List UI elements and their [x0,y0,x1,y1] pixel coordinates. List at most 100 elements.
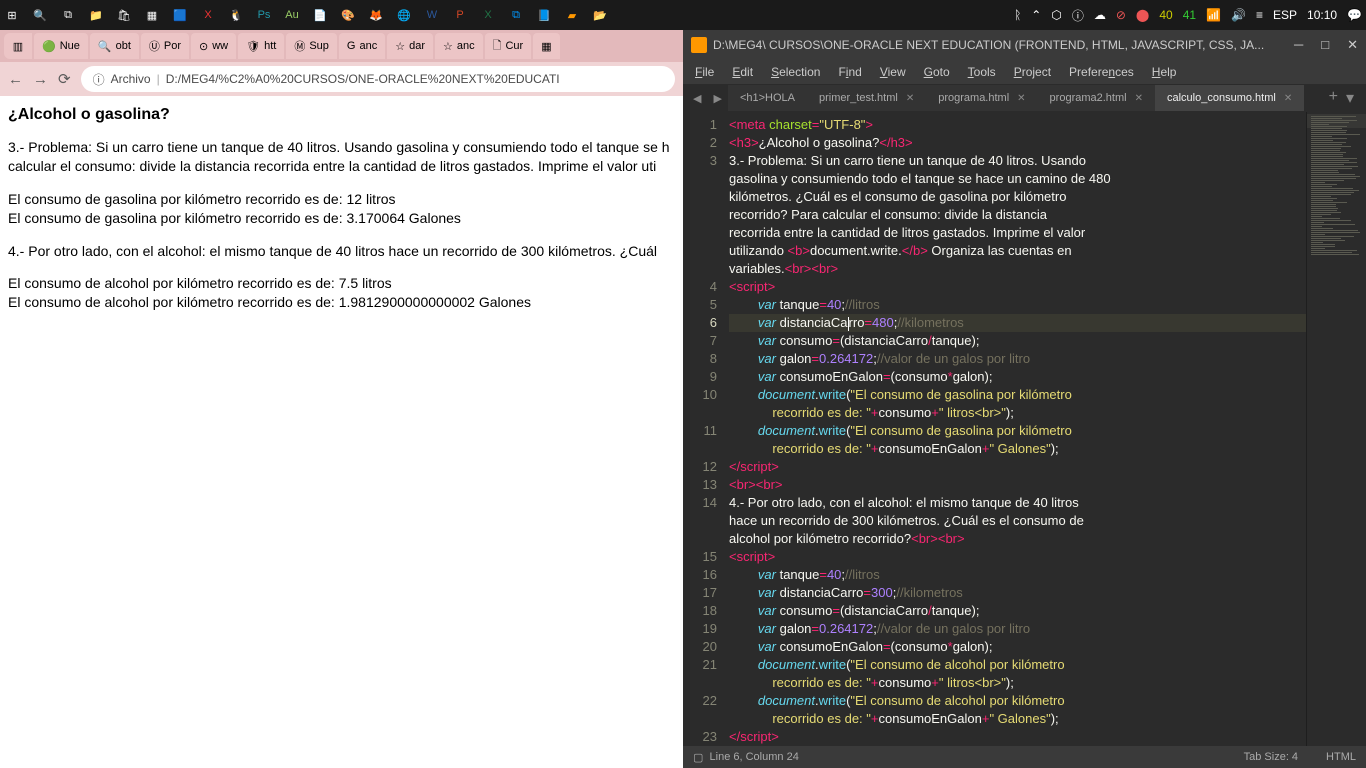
menu-bar: File Edit Selection Find View Goto Tools… [683,60,1366,84]
tray-icon[interactable]: ≡ [1256,8,1263,22]
status-tabsize[interactable]: Tab Size: 4 [1244,751,1298,763]
menu-file[interactable]: File [687,63,722,81]
search-icon[interactable]: 🔍 [32,7,48,23]
window-title: D:\MEG4\ CURSOS\ONE-ORACLE NEXT EDUCATIO… [713,38,1264,52]
maximize-button[interactable]: □ [1321,37,1329,53]
menu-help[interactable]: Help [1144,63,1185,81]
browser-tab[interactable]: Ⓤ Por [141,33,189,59]
browser-tab[interactable]: 🛡 htt [238,33,284,59]
browser-viewport: ¿Alcohol o gasolina? 3.- Problema: Si un… [0,96,683,768]
start-icon[interactable]: ⊞ [4,7,20,23]
tray-num: 40 [1159,8,1172,22]
tab-scroll-right[interactable]: ▶ [707,92,727,105]
ppt-icon[interactable]: P [452,7,468,23]
browser-toolbar: ← → ⟳ ⓘ Archivo | D:/MEG4/%C2%A0%20CURSO… [0,62,683,96]
sublime-icon[interactable]: ▰ [564,7,580,23]
tray-num: 41 [1183,8,1196,22]
browser-tab[interactable]: Ⓜ Sup [286,33,337,59]
output-line: El consumo de alcohol por kilómetro reco… [8,274,675,312]
notifications-icon[interactable]: 💬 [1347,8,1362,22]
file-icon: ⓘ [93,71,105,88]
app-icon[interactable]: ▦ [144,7,160,23]
menu-goto[interactable]: Goto [916,63,958,81]
close-button[interactable]: ✕ [1347,37,1358,53]
status-lang[interactable]: HTML [1326,751,1356,763]
menu-preferences[interactable]: Preferences [1061,63,1142,81]
back-button[interactable]: ← [8,71,23,88]
output-line: El consumo de gasolina por kilómetro rec… [8,190,675,228]
editor-tab[interactable]: programa2.html✕ [1038,85,1155,111]
au-icon[interactable]: Au [284,7,300,23]
browser-tab[interactable]: G anc [339,33,385,59]
tab-scroll-left[interactable]: ◀ [687,92,707,105]
browser-tab[interactable]: 🗋 Cur [485,33,532,59]
browser-tab[interactable]: ☆ dar [387,33,433,59]
menu-project[interactable]: Project [1006,63,1059,81]
browser-tab[interactable]: 🟢 Nue [34,33,88,59]
new-tab-button[interactable]: + [1329,88,1338,108]
close-icon[interactable]: ✕ [1284,93,1292,104]
wifi-icon[interactable]: 📶 [1206,8,1221,22]
editor-tab[interactable]: primer_test.html✕ [807,85,926,111]
editor-tab[interactable]: programa.html✕ [926,85,1037,111]
minimize-button[interactable]: ─ [1294,37,1303,53]
code-area[interactable]: <meta charset="UTF-8"><h3>¿Alcohol o gas… [727,112,1306,746]
tray-icon[interactable]: ⊘ [1116,8,1126,22]
app-icon[interactable]: 🎨 [340,7,356,23]
menu-tools[interactable]: Tools [960,63,1004,81]
reload-button[interactable]: ⟳ [58,70,71,88]
chevron-up-icon[interactable]: ⌃ [1031,8,1041,22]
volume-icon[interactable]: 🔊 [1231,8,1246,22]
browser-tab[interactable]: ⊙ ww [191,33,236,59]
app-icon[interactable]: 📄 [312,7,328,23]
word-icon[interactable]: W [424,7,440,23]
browser-tab[interactable]: ▦ [533,33,559,59]
tab-group-icon[interactable]: ▥ [4,33,32,59]
editor-tab[interactable]: <h1>HOLA [728,85,807,111]
status-bar: ▢ Line 6, Column 24 Tab Size: 4 HTML [683,746,1366,768]
tray-icon[interactable]: ᚱ [1014,8,1021,22]
explorer-icon[interactable]: 📁 [88,7,104,23]
editor-tab-active[interactable]: calculo_consumo.html✕ [1155,85,1304,111]
browser-tab[interactable]: ☆ anc [435,33,483,59]
app-icon[interactable]: 🟦 [172,7,188,23]
close-icon[interactable]: ✕ [1017,93,1025,104]
firefox-icon[interactable]: 🦊 [368,7,384,23]
menu-selection[interactable]: Selection [763,63,828,81]
vscode-icon[interactable]: ⧉ [508,7,524,23]
clock[interactable]: 10:10 [1307,8,1337,22]
sublime-icon [691,37,707,53]
tray-icon[interactable]: ⬡ [1051,8,1061,22]
menu-view[interactable]: View [872,63,914,81]
app-icon[interactable]: X [200,7,216,23]
browser-tab[interactable]: 🔍 obt [90,33,139,59]
close-icon[interactable]: ✕ [906,93,914,104]
lang-indicator[interactable]: ESP [1273,8,1297,22]
title-bar[interactable]: D:\MEG4\ CURSOS\ONE-ORACLE NEXT EDUCATIO… [683,30,1366,60]
app-icon[interactable]: 🐧 [228,7,244,23]
paragraph: 3.- Problema: Si un carro tiene un tanqu… [8,138,675,176]
paragraph: 4.- Por otro lado, con el alcohol: el mi… [8,242,675,261]
forward-button[interactable]: → [33,71,48,88]
page-title: ¿Alcohol o gasolina? [8,106,675,124]
address-bar[interactable]: ⓘ Archivo | D:/MEG4/%C2%A0%20CURSOS/ONE-… [81,66,675,92]
edge-icon[interactable]: 🌐 [396,7,412,23]
taskbar-left: ⊞ 🔍 ⧉ 📁 🛍 ▦ 🟦 X 🐧 Ps Au 📄 🎨 🦊 🌐 W P X ⧉ … [4,7,608,23]
menu-find[interactable]: Find [830,63,869,81]
excel-icon[interactable]: X [480,7,496,23]
windows-taskbar: ⊞ 🔍 ⧉ 📁 🛍 ▦ 🟦 X 🐧 Ps Au 📄 🎨 🦊 🌐 W P X ⧉ … [0,0,1366,30]
menu-edit[interactable]: Edit [724,63,761,81]
tray-icon[interactable]: ⓘ [1072,7,1084,24]
task-view-icon[interactable]: ⧉ [60,7,76,23]
close-icon[interactable]: ✕ [1135,93,1143,104]
minimap[interactable] [1306,112,1366,746]
app-icon[interactable]: 📘 [536,7,552,23]
tab-menu-button[interactable]: ▾ [1346,88,1354,108]
tray-icon[interactable]: ☁ [1094,8,1106,22]
tray-icon[interactable]: ⬤ [1136,8,1149,22]
tab-actions: +▾ [1321,88,1362,108]
folder-icon[interactable]: 📂 [592,7,608,23]
store-icon[interactable]: 🛍 [116,7,132,23]
browser-tab-strip: ▥ 🟢 Nue 🔍 obt Ⓤ Por ⊙ ww 🛡 htt Ⓜ Sup G a… [0,30,683,62]
ps-icon[interactable]: Ps [256,7,272,23]
